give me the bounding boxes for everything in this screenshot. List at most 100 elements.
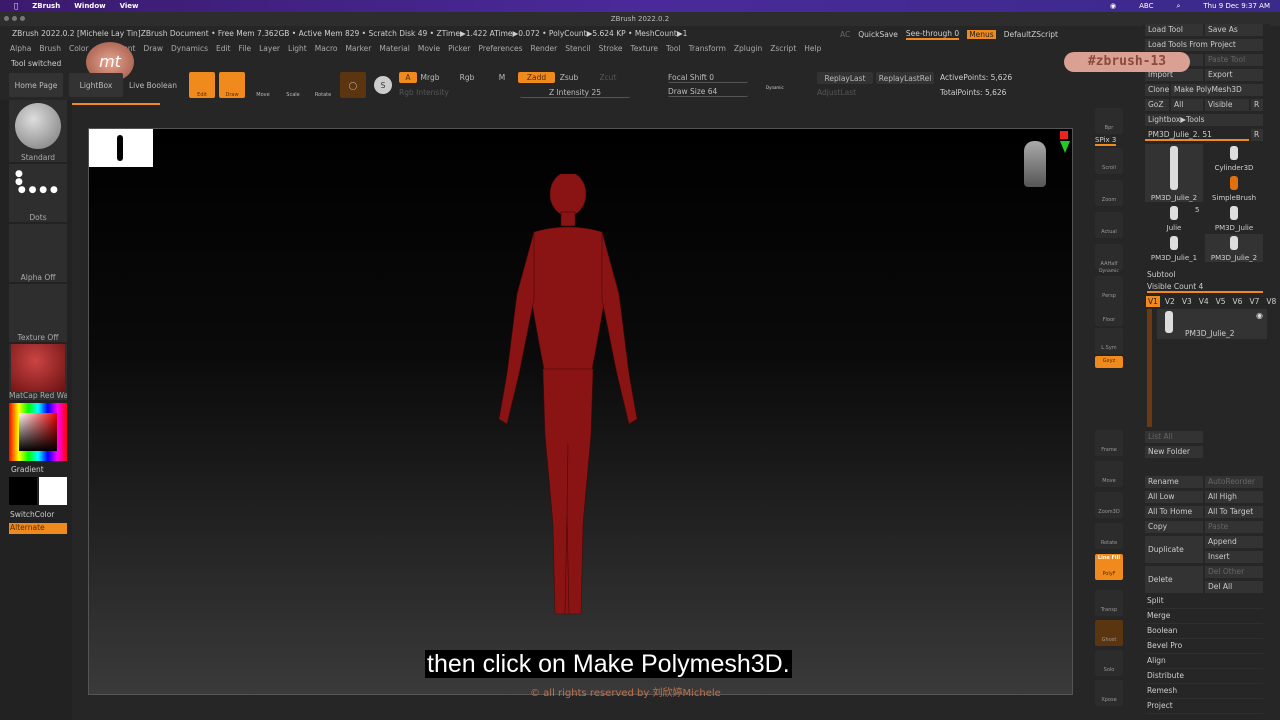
- subtool-split-button[interactable]: Split: [1147, 596, 1263, 609]
- menu-material[interactable]: Material: [379, 44, 409, 53]
- switch-color-button[interactable]: SwitchColor: [10, 510, 54, 519]
- menu-macro[interactable]: Macro: [315, 44, 338, 53]
- subtool-scrollbar[interactable]: [1147, 309, 1152, 427]
- menu-texture[interactable]: Texture: [631, 44, 658, 53]
- paste-tool-button[interactable]: Paste Tool: [1205, 54, 1263, 66]
- version-v7-button[interactable]: V7: [1247, 296, 1261, 307]
- focal-shift-slider[interactable]: Focal Shift 0: [668, 72, 748, 83]
- menubar-window[interactable]: Window: [74, 2, 105, 10]
- goz-r-button[interactable]: R: [1251, 99, 1263, 111]
- menu-edit[interactable]: Edit: [216, 44, 231, 53]
- menu-color[interactable]: Color: [69, 44, 89, 53]
- shelf-transp-button[interactable]: Transp: [1095, 590, 1123, 616]
- insert-button[interactable]: Insert: [1205, 551, 1263, 563]
- menu-layer[interactable]: Layer: [259, 44, 280, 53]
- julie-mesh-model[interactable]: [479, 174, 659, 624]
- autoreorder-button[interactable]: AutoReorder: [1205, 476, 1263, 488]
- lightbox-button[interactable]: LightBox: [69, 73, 123, 97]
- lightbox-tools-button[interactable]: Lightbox▶Tools: [1145, 114, 1263, 126]
- rename-button[interactable]: Rename: [1145, 476, 1203, 488]
- subtool-remesh-button[interactable]: Remesh: [1147, 686, 1263, 699]
- tool-thumb[interactable]: SimpleBrush: [1205, 174, 1263, 202]
- menubar-app[interactable]: ZBrush: [32, 2, 60, 10]
- visible-count-slider[interactable]: Visible Count 4: [1147, 282, 1263, 293]
- subtool-header[interactable]: Subtool: [1147, 270, 1175, 279]
- color-picker[interactable]: [9, 403, 67, 461]
- current-tool-slider[interactable]: PM3D_Julie_2. 51: [1145, 129, 1249, 141]
- shelf-zoom3d-button[interactable]: Zoom3D: [1095, 492, 1123, 518]
- menu-draw[interactable]: Draw: [143, 44, 163, 53]
- menu-preferences[interactable]: Preferences: [478, 44, 522, 53]
- current-tool-r-button[interactable]: R: [1251, 129, 1263, 141]
- close-button[interactable]: [4, 16, 9, 21]
- menu-marker[interactable]: Marker: [345, 44, 371, 53]
- load-tool-button[interactable]: Load Tool: [1145, 24, 1203, 36]
- shelf-xpose-button[interactable]: Xpose: [1095, 680, 1123, 706]
- draw-size-slider[interactable]: Draw Size 64: [668, 86, 748, 97]
- spix-slider[interactable]: SPix 3: [1095, 136, 1117, 146]
- shelf-ghost-button[interactable]: Ghost: [1095, 620, 1123, 646]
- draw-button[interactable]: Draw: [219, 72, 245, 98]
- menu-help[interactable]: Help: [804, 44, 821, 53]
- tool-thumb[interactable]: PM3D_Julie: [1205, 204, 1263, 232]
- clock[interactable]: Thu 9 Dec 9:37 AM: [1203, 2, 1270, 10]
- minimize-button[interactable]: [12, 16, 17, 21]
- shelf-lsym-button[interactable]: L.Sym: [1095, 328, 1123, 354]
- delete-button[interactable]: Delete: [1145, 566, 1203, 593]
- tool-thumb[interactable]: PM3D_Julie_1: [1145, 234, 1203, 262]
- new-folder-button[interactable]: New Folder: [1145, 446, 1203, 458]
- move-button[interactable]: Move: [250, 72, 276, 98]
- alpha-selector[interactable]: Alpha Off: [9, 224, 67, 282]
- make-polymesh3d-button[interactable]: Make PolyMesh3D: [1171, 84, 1263, 96]
- shelf-move-button[interactable]: Move: [1095, 461, 1123, 487]
- menu-stroke[interactable]: Stroke: [599, 44, 623, 53]
- rgb-intensity-slider[interactable]: Rgb Intensity: [399, 87, 499, 97]
- copy-subtool-button[interactable]: Copy: [1145, 521, 1203, 533]
- search-icon[interactable]: ⌕: [1176, 2, 1180, 11]
- wifi-icon[interactable]: ◉: [1110, 2, 1116, 10]
- texture-selector[interactable]: Texture Off: [9, 284, 67, 342]
- adjust-last-slider[interactable]: AdjustLast: [817, 87, 934, 97]
- menu-light[interactable]: Light: [288, 44, 307, 53]
- del-all-button[interactable]: Del All: [1205, 581, 1263, 593]
- zcut-toggle[interactable]: Zcut: [596, 72, 620, 83]
- a-toggle[interactable]: A: [399, 72, 417, 83]
- menu-file[interactable]: File: [239, 44, 252, 53]
- subtool-item[interactable]: PM3D_Julie_2 ◉: [1157, 309, 1267, 339]
- tool-thumb[interactable]: Cylinder3D: [1205, 144, 1263, 172]
- menu-stencil[interactable]: Stencil: [565, 44, 590, 53]
- navigation-thumbnail[interactable]: [89, 129, 153, 167]
- goz-all-button[interactable]: All: [1171, 99, 1203, 111]
- spotlight-icon[interactable]: S: [374, 76, 392, 94]
- shelf-gxyz-button[interactable]: Gxyz: [1095, 356, 1123, 368]
- paste-subtool-button[interactable]: Paste: [1205, 521, 1263, 533]
- version-v6-button[interactable]: V6: [1231, 296, 1245, 307]
- menu-dynamics[interactable]: Dynamics: [171, 44, 208, 53]
- all-high-button[interactable]: All High: [1205, 491, 1263, 503]
- home-page-button[interactable]: Home Page: [9, 73, 63, 97]
- all-to-home-button[interactable]: All To Home: [1145, 506, 1203, 518]
- duplicate-button[interactable]: Duplicate: [1145, 536, 1203, 563]
- zadd-toggle[interactable]: Zadd: [518, 72, 555, 83]
- menu-alpha[interactable]: Alpha: [10, 44, 31, 53]
- subtool-boolean-button[interactable]: Boolean: [1147, 626, 1263, 639]
- replay-last-button[interactable]: ReplayLast: [817, 72, 873, 84]
- shelf-persp-button[interactable]: Persp: [1095, 276, 1123, 302]
- stroke-selector[interactable]: ● ● ● ● ● ● Dots: [9, 164, 67, 222]
- shelf-bpr-button[interactable]: Bpr: [1095, 108, 1123, 134]
- all-to-target-button[interactable]: All To Target: [1205, 506, 1263, 518]
- version-v5-button[interactable]: V5: [1214, 296, 1228, 307]
- menus-toggle[interactable]: Menus: [967, 30, 996, 39]
- ac-label[interactable]: AC: [840, 30, 850, 39]
- color-saturation-square[interactable]: [19, 413, 57, 451]
- scale-button[interactable]: Scale: [280, 72, 306, 98]
- apple-icon[interactable]: : [14, 2, 18, 10]
- append-button[interactable]: Append: [1205, 536, 1263, 548]
- material-swatch-button[interactable]: ◯: [340, 72, 366, 98]
- zoom-button[interactable]: [20, 16, 25, 21]
- shelf-aahalf-button[interactable]: AAHalf: [1095, 244, 1123, 270]
- menu-brush[interactable]: Brush: [39, 44, 61, 53]
- secondary-color[interactable]: [9, 477, 37, 505]
- edit-button[interactable]: Edit: [189, 72, 215, 98]
- replay-last-rel-button[interactable]: ReplayLastRel: [876, 72, 934, 84]
